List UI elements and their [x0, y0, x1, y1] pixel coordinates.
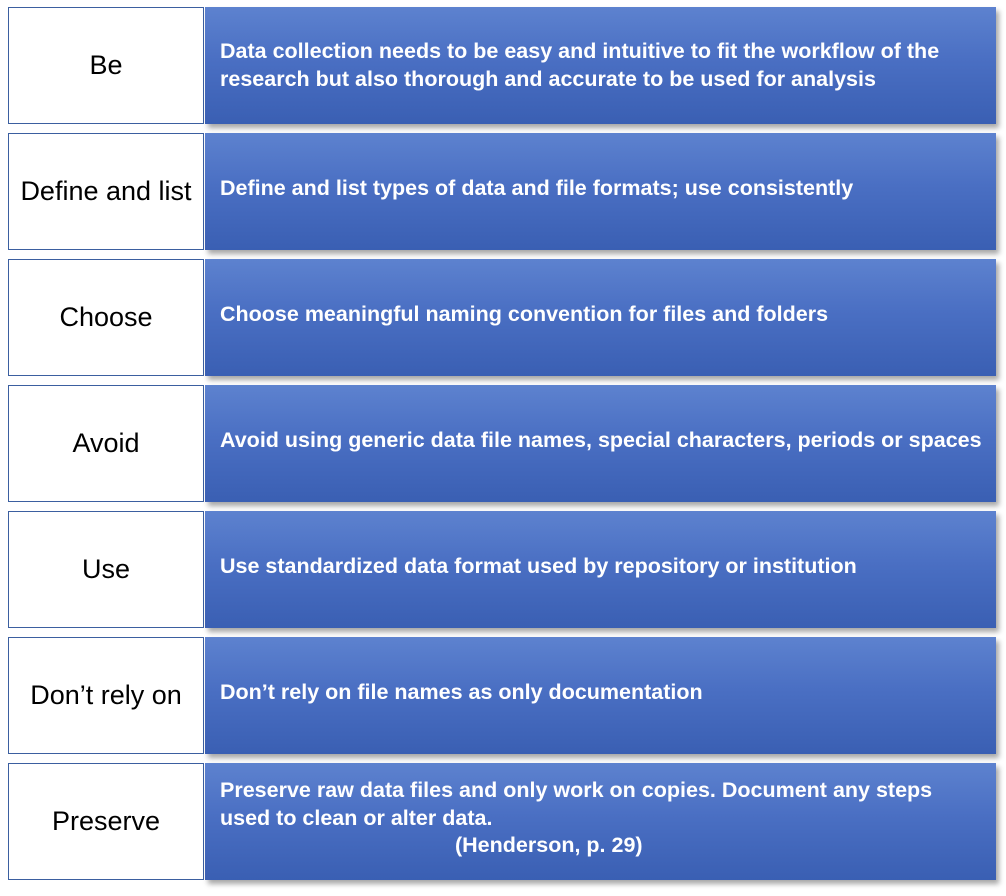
row-define-and-list: Define and list Define and list types of…: [8, 133, 996, 250]
description-box: Define and list types of data and file f…: [205, 133, 996, 250]
description-text: Avoid using generic data file names, spe…: [220, 427, 982, 452]
keyword-label: Avoid: [72, 427, 140, 458]
row-dont-rely-on: Don’t rely on Don’t rely on file names a…: [8, 637, 996, 754]
keyword-box: Define and list: [8, 133, 204, 250]
row-avoid: Avoid Avoid using generic data file name…: [8, 385, 996, 502]
description-box: Use standardized data format used by rep…: [205, 511, 996, 628]
keyword-box: Preserve: [8, 763, 204, 880]
data-management-diagram: Be Data collection needs to be easy and …: [0, 0, 1006, 896]
row-choose: Choose Choose meaningful naming conventi…: [8, 259, 996, 376]
keyword-label: Define and list: [20, 175, 192, 206]
keyword-box: Use: [8, 511, 204, 628]
description-text: Data collection needs to be easy and int…: [220, 39, 940, 91]
row-preserve: Preserve Preserve raw data files and onl…: [8, 763, 996, 880]
description-text: Define and list types of data and file f…: [220, 175, 854, 200]
description-box: Preserve raw data files and only work on…: [205, 763, 996, 880]
description-text: Don’t rely on file names as only documen…: [220, 679, 703, 704]
keyword-label: Use: [81, 553, 130, 584]
keyword-label: Choose: [59, 301, 153, 332]
keyword-label: Don’t rely on: [30, 679, 182, 710]
description-text: Preserve raw data files and only work on…: [220, 777, 933, 830]
citation-text: (Henderson, p. 29): [455, 833, 643, 858]
description-text: Use standardized data format used by rep…: [220, 553, 857, 578]
keyword-box: Be: [8, 7, 204, 124]
keyword-box: Don’t rely on: [8, 637, 204, 754]
description-box: Choose meaningful naming convention for …: [205, 259, 996, 376]
description-box: Data collection needs to be easy and int…: [205, 7, 996, 124]
description-box: Avoid using generic data file names, spe…: [205, 385, 996, 502]
keyword-box: Choose: [8, 259, 204, 376]
row-be: Be Data collection needs to be easy and …: [8, 7, 996, 124]
keyword-label: Be: [89, 49, 123, 80]
description-text: Choose meaningful naming convention for …: [220, 301, 829, 326]
keyword-label: Preserve: [51, 805, 161, 836]
description-box: Don’t rely on file names as only documen…: [205, 637, 996, 754]
keyword-box: Avoid: [8, 385, 204, 502]
description-wrapper: Preserve raw data files and only work on…: [220, 777, 982, 861]
row-use: Use Use standardized data format used by…: [8, 511, 996, 628]
